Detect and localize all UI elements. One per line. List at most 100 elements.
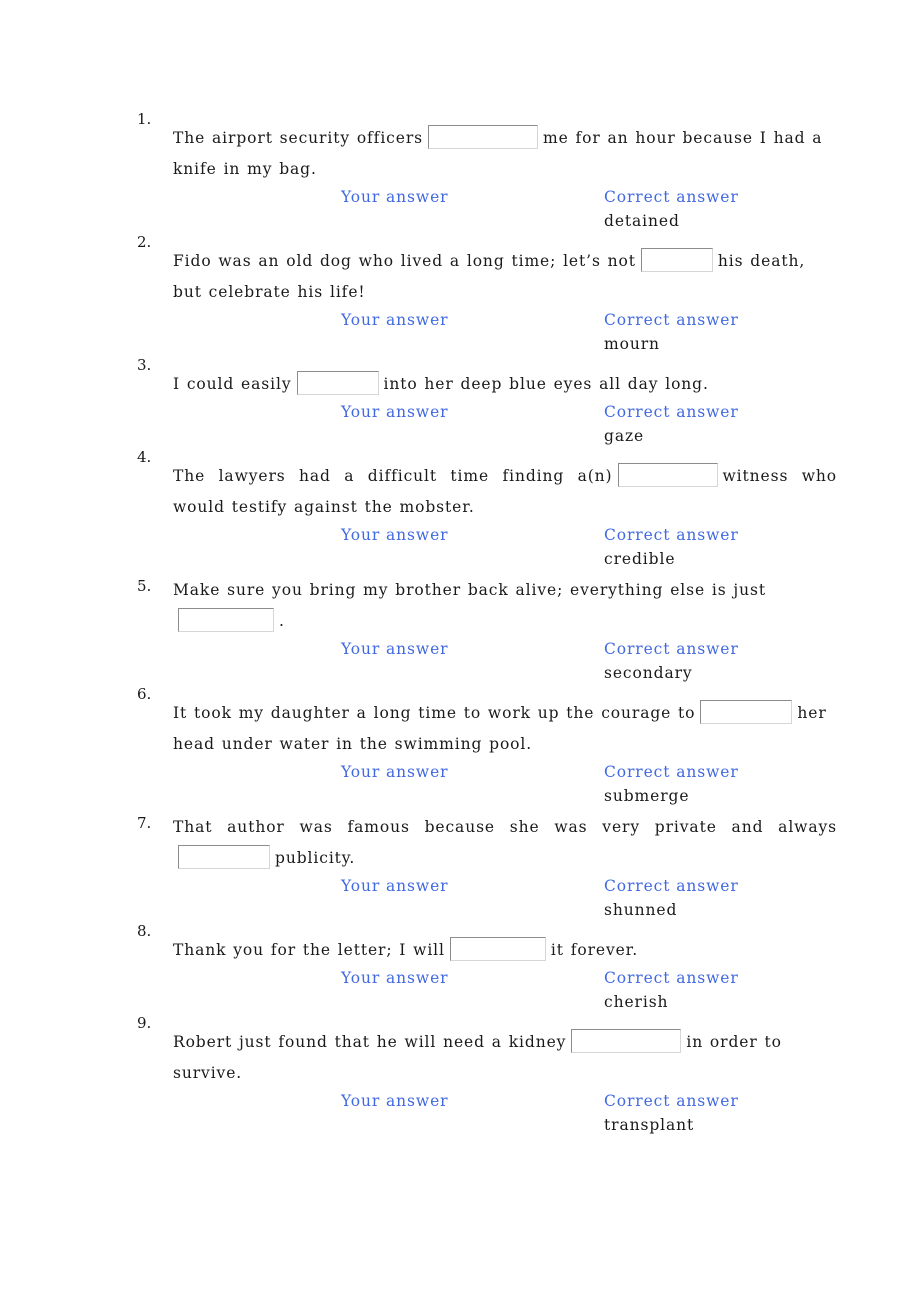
answer-input[interactable] [572, 1035, 681, 1057]
your-answer-label: Your answer [341, 311, 449, 329]
question-number: 1. [137, 110, 152, 128]
question-sentence: That author was famous because she was v… [173, 812, 837, 874]
question-number: 3. [137, 356, 152, 374]
question-item: 5. Make sure you bring my brother back a… [137, 571, 837, 685]
answer-row: Your answer Correct answer [173, 967, 837, 991]
your-answer-label: Your answer [341, 188, 449, 206]
question-body: I could easily into her deep blue eyes al… [173, 356, 837, 448]
question-sentence: Thank you for the letter; I will it forev… [173, 935, 837, 966]
answer-blank[interactable] [296, 371, 379, 399]
sentence-before: Robert just found that he will need a ki… [173, 1033, 567, 1051]
answer-row: Your answer Correct answer [173, 524, 837, 548]
answer-input[interactable] [641, 254, 712, 276]
answer-blank[interactable] [178, 608, 274, 636]
correct-answer-value: detained [604, 212, 680, 230]
correct-answer-value: credible [604, 550, 676, 568]
answer-blank[interactable] [428, 125, 538, 153]
answer-row: Your answer Correct answer [173, 875, 837, 899]
question-body: It took my daughter a long time to work … [173, 685, 837, 808]
answer-input[interactable] [618, 469, 717, 491]
answer-input[interactable] [450, 943, 545, 965]
answer-blank[interactable] [617, 463, 718, 491]
correct-answer-label: Correct answer [604, 403, 739, 421]
question-item: 9. Robert just found that he will need a… [137, 1014, 837, 1137]
question-number: 9. [137, 1014, 152, 1032]
question-item: 4. The lawyers had a difficult time find… [137, 448, 837, 571]
correct-answer-label: Correct answer [604, 640, 739, 658]
your-answer-label: Your answer [341, 403, 449, 421]
answer-input[interactable] [297, 377, 378, 399]
question-sentence: The airport security officers me for an h… [173, 123, 837, 185]
question-number: 4. [137, 448, 152, 466]
question-number: 5. [137, 577, 152, 595]
correct-answer-value: gaze [604, 427, 645, 445]
answer-blank[interactable] [571, 1029, 682, 1057]
question-item: 2. Fido was an old dog who lived a long … [137, 233, 837, 356]
correct-answer-label: Correct answer [604, 969, 739, 987]
question-body: Robert just found that he will need a ki… [173, 1014, 837, 1137]
answer-blank[interactable] [640, 248, 713, 276]
correct-answer-value: mourn [604, 335, 660, 353]
question-number: 6. [137, 685, 152, 703]
question-sentence: The lawyers had a difficult time finding… [173, 461, 837, 523]
your-answer-label: Your answer [341, 526, 449, 544]
question-item: 7. That author was famous because she wa… [137, 808, 837, 922]
sentence-before: Make sure you bring my brother back aliv… [173, 581, 766, 599]
your-answer-label: Your answer [341, 877, 449, 895]
answer-blank[interactable] [700, 700, 793, 728]
answer-row: Your answer Correct answer [173, 401, 837, 425]
answer-input[interactable] [429, 131, 537, 153]
sentence-before: Fido was an old dog who lived a long tim… [173, 252, 636, 270]
your-answer-label: Your answer [341, 763, 449, 781]
question-body: Fido was an old dog who lived a long tim… [173, 233, 837, 356]
correct-answer-label: Correct answer [604, 526, 739, 544]
question-list: 1. The airport security officers me for a… [137, 110, 837, 1137]
answer-row: Your answer Correct answer [173, 638, 837, 662]
correct-answer-value: submerge [604, 787, 690, 805]
question-item: 8. Thank you for the letter; I will it fo… [137, 922, 837, 1014]
sentence-before: That author was famous because she was v… [173, 818, 837, 836]
question-item: 3. I could easily into her deep blue eyes… [137, 356, 837, 448]
sentence-after: publicity. [275, 849, 356, 867]
answer-row: Your answer Correct answer [173, 309, 837, 333]
correct-answer-label: Correct answer [604, 763, 739, 781]
question-number: 8. [137, 922, 152, 940]
question-sentence: Make sure you bring my brother back aliv… [173, 575, 837, 637]
quiz-page: 1. The airport security officers me for a… [0, 0, 920, 1302]
answer-input[interactable] [179, 851, 269, 873]
question-item: 1. The airport security officers me for a… [137, 110, 837, 233]
sentence-before: Thank you for the letter; I will [173, 941, 445, 959]
answer-input[interactable] [701, 706, 792, 728]
your-answer-label: Your answer [341, 969, 449, 987]
question-number: 7. [137, 814, 152, 832]
question-body: The lawyers had a difficult time finding… [173, 448, 837, 571]
correct-answer-value: transplant [604, 1116, 695, 1134]
question-sentence: I could easily into her deep blue eyes al… [173, 369, 837, 400]
correct-answer-label: Correct answer [604, 311, 739, 329]
answer-input[interactable] [179, 614, 273, 636]
question-sentence: It took my daughter a long time to work … [173, 698, 837, 760]
question-number: 2. [137, 233, 152, 251]
correct-answer-label: Correct answer [604, 1092, 739, 1110]
correct-answer-label: Correct answer [604, 188, 739, 206]
question-item: 6. It took my daughter a long time to wo… [137, 685, 837, 808]
sentence-before: The airport security officers [173, 129, 423, 147]
correct-answer-value: cherish [604, 993, 669, 1011]
answer-blank[interactable] [178, 845, 270, 873]
question-sentence: Fido was an old dog who lived a long tim… [173, 246, 837, 308]
sentence-before: It took my daughter a long time to work … [173, 704, 696, 722]
sentence-before: I could easily [173, 375, 292, 393]
answer-row: Your answer Correct answer [173, 761, 837, 785]
question-body: That author was famous because she was v… [173, 808, 837, 922]
sentence-after: it forever. [550, 941, 639, 959]
correct-answer-label: Correct answer [604, 877, 739, 895]
question-body: Thank you for the letter; I will it forev… [173, 922, 837, 1014]
answer-row: Your answer Correct answer [173, 186, 837, 210]
sentence-after: into her deep blue eyes all day long. [383, 375, 709, 393]
question-body: Make sure you bring my brother back aliv… [173, 571, 837, 685]
answer-blank[interactable] [449, 937, 546, 965]
question-sentence: Robert just found that he will need a ki… [173, 1027, 837, 1089]
correct-answer-value: shunned [604, 901, 678, 919]
sentence-before: The lawyers had a difficult time finding… [173, 467, 613, 485]
correct-answer-value: secondary [604, 664, 693, 682]
